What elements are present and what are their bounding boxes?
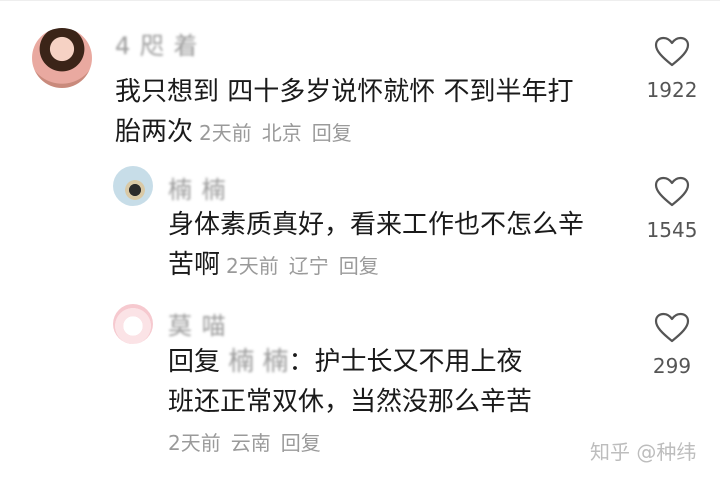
username[interactable]: 4 咫 着	[115, 26, 199, 61]
comment-line-with-meta: 苦啊 2天前 辽宁 回复	[168, 245, 584, 286]
comment-meta: 2天前 云南 回复	[168, 431, 321, 455]
heart-outline-icon	[654, 36, 690, 67]
reply-button[interactable]: 回复	[339, 254, 379, 278]
comment-meta-row: 2天前 云南 回复	[162, 422, 321, 463]
comment-meta: 2天前 北京 回复	[199, 121, 352, 145]
mention-link[interactable]: 楠 楠	[228, 347, 288, 377]
comment-line: 班还正常双休，当然没那么辛苦	[168, 387, 533, 417]
comment-line: 身体素质真好，看来工作也不怎么辛	[168, 210, 585, 240]
location: 北京	[261, 121, 302, 145]
timestamp: 2天前	[199, 121, 252, 145]
comment-line-with-meta: 胎两次 2天前 北京 回复	[115, 112, 574, 153]
location: 云南	[230, 431, 271, 455]
avatar[interactable]	[32, 28, 92, 88]
watermark: 知乎 @种纬	[590, 440, 697, 464]
comment-line-with-mention: 回复 楠 楠：护士长又不用上夜	[168, 342, 532, 382]
avatar[interactable]	[113, 166, 153, 206]
comment-line: ：护士长又不用上夜	[288, 347, 523, 377]
username[interactable]: 楠 楠	[168, 170, 227, 205]
avatar[interactable]	[113, 304, 153, 344]
comment-text: 身体素质真好，看来工作也不怎么辛 苦啊 2天前 辽宁 回复	[168, 205, 584, 286]
like-count: 299	[652, 354, 692, 378]
like-count: 1922	[646, 78, 698, 102]
comment-meta: 2天前 辽宁 回复	[226, 254, 379, 278]
comment-text: 回复 楠 楠：护士长又不用上夜 班还正常双休，当然没那么辛苦	[168, 342, 532, 422]
comment-line: 胎两次	[115, 117, 194, 147]
reply-prefix: 回复	[168, 347, 221, 377]
timestamp: 2天前	[168, 431, 221, 455]
top-divider	[0, 0, 720, 1]
heart-outline-icon	[654, 176, 690, 207]
username[interactable]: 莫 喵	[168, 306, 227, 341]
comment-line: 苦啊	[168, 250, 221, 280]
like-button[interactable]: 1545	[640, 176, 704, 242]
comment-line: 我只想到 四十多岁说怀就怀 不到半年打	[115, 77, 574, 107]
reply-button[interactable]: 回复	[281, 431, 321, 455]
like-button[interactable]: 299	[640, 312, 704, 378]
heart-outline-icon	[654, 312, 690, 343]
timestamp: 2天前	[226, 254, 279, 278]
like-count: 1545	[646, 218, 698, 242]
like-button[interactable]: 1922	[640, 36, 704, 102]
reply-button[interactable]: 回复	[312, 121, 352, 145]
location: 辽宁	[288, 254, 329, 278]
comment-text: 我只想到 四十多岁说怀就怀 不到半年打 胎两次 2天前 北京 回复	[115, 72, 574, 153]
